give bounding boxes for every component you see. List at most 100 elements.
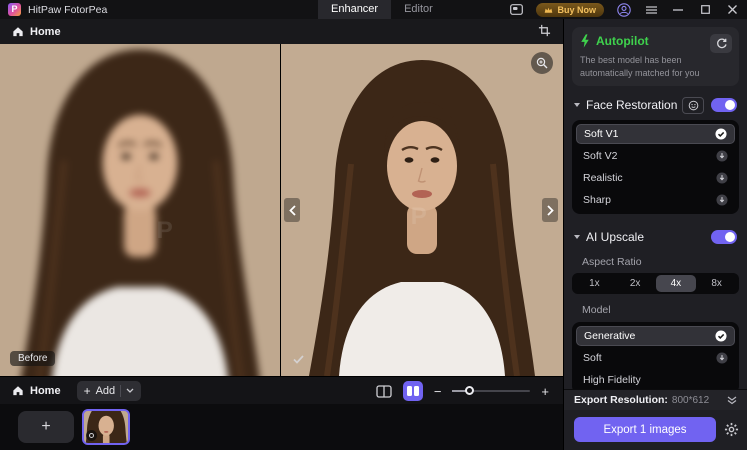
download-icon[interactable] — [716, 352, 728, 364]
model-label: Soft V1 — [584, 128, 619, 141]
face-preview-icon[interactable] — [682, 96, 704, 114]
download-icon[interactable] — [716, 172, 728, 184]
export-settings-gear-icon[interactable] — [724, 422, 739, 437]
add-image-button[interactable]: + Add — [76, 380, 142, 401]
model-option-soft-v2[interactable]: Soft V2 — [576, 146, 735, 166]
autopilot-title: Autopilot — [596, 34, 649, 48]
view-controls: − + — [376, 381, 549, 401]
app-logo-icon: P — [8, 3, 21, 16]
watermark: P — [410, 203, 427, 231]
upscale-model-label: Model — [582, 304, 611, 317]
filmstrip: + — [0, 404, 563, 450]
face-restoration-model-list: Soft V1 Soft V2 Realistic Sharp — [572, 120, 739, 215]
export-row: Export 1 images — [574, 417, 739, 442]
menu-icon[interactable] — [644, 3, 658, 17]
autopilot-card: Autopilot The best model has been automa… — [572, 27, 739, 87]
ratio-8x[interactable]: 8x — [696, 275, 737, 292]
download-icon[interactable] — [716, 194, 728, 206]
zoom-out-icon[interactable]: − — [434, 385, 442, 398]
breadcrumb-bar: Home — [0, 19, 563, 44]
home-icon[interactable] — [12, 26, 24, 37]
ratio-2x[interactable]: 2x — [615, 275, 656, 292]
chevron-down-icon[interactable] — [126, 388, 134, 393]
ai-upscale-header: AI Upscale — [574, 228, 737, 246]
tab-editor[interactable]: Editor — [391, 0, 446, 19]
titlebar-controls: Buy Now — [509, 0, 739, 19]
export-resolution-bar: Export Resolution: 800*612 — [564, 389, 747, 410]
plus-icon: + — [83, 383, 91, 398]
ai-upscale-title: AI Upscale — [586, 230, 645, 245]
previous-arrow-button[interactable] — [284, 198, 300, 222]
model-label: Realistic — [583, 172, 623, 185]
tab-enhancer[interactable]: Enhancer — [318, 0, 392, 19]
model-option-soft-v1[interactable]: Soft V1 — [576, 124, 735, 145]
watermark: P — [156, 216, 173, 244]
ratio-4x[interactable]: 4x — [655, 275, 697, 293]
main-tabs: Enhancer Editor — [318, 0, 446, 19]
thumbnail-status-icon — [86, 430, 97, 441]
buy-now-label: Buy Now — [557, 4, 596, 15]
single-view-icon[interactable] — [376, 384, 392, 398]
home-tab-label[interactable]: Home — [30, 385, 61, 397]
breadcrumb-home-label[interactable]: Home — [30, 26, 61, 38]
bottom-toolbar: Home + Add − + — [0, 376, 563, 404]
app-title: HitPaw FotorPea — [28, 3, 108, 16]
side-by-side-view-icon[interactable] — [402, 381, 423, 401]
model-option-generative[interactable]: Generative — [576, 326, 735, 347]
face-restoration-title: Face Restoration — [586, 98, 678, 113]
settings-sidebar: Autopilot The best model has been automa… — [563, 19, 747, 450]
upscale-model-list: Generative Soft High Fidelity — [572, 322, 739, 395]
magnifier-zoom-icon[interactable] — [531, 52, 553, 74]
crop-icon[interactable] — [538, 24, 551, 37]
collapse-triangle-icon[interactable] — [574, 103, 580, 108]
after-image-pane[interactable]: P — [281, 44, 563, 376]
crown-icon — [545, 7, 553, 13]
refresh-button[interactable] — [710, 34, 732, 53]
face-restoration-header: Face Restoration — [574, 96, 737, 114]
zoom-slider[interactable] — [452, 386, 531, 396]
account-icon[interactable] — [617, 2, 631, 17]
home-tab-icon[interactable] — [12, 385, 24, 396]
before-label: Before — [10, 351, 56, 366]
face-restoration-toggle[interactable] — [711, 98, 737, 113]
export-resolution-label: Export Resolution: — [574, 394, 668, 406]
model-option-soft[interactable]: Soft — [576, 348, 735, 368]
ai-upscale-toggle[interactable] — [711, 230, 737, 245]
ratio-1x[interactable]: 1x — [574, 275, 615, 292]
collapse-triangle-icon[interactable] — [574, 235, 580, 240]
divider — [120, 384, 122, 397]
selected-check-icon — [715, 128, 727, 140]
autopilot-description: The best model has been automatically ma… — [580, 55, 700, 78]
lightning-bolt-icon — [581, 34, 589, 48]
add-photo-tile[interactable]: + — [18, 411, 74, 443]
model-label: Soft — [583, 352, 602, 365]
aspect-ratio-selector: 1x 2x 4x 8x — [572, 273, 739, 295]
model-option-high-fidelity[interactable]: High Fidelity — [576, 370, 735, 390]
buy-now-button[interactable]: Buy Now — [536, 2, 604, 17]
feedback-screen-icon[interactable] — [509, 3, 523, 17]
download-icon[interactable] — [716, 150, 728, 162]
before-portrait-image — [0, 44, 280, 376]
processed-check-icon — [293, 355, 304, 364]
selected-check-icon — [715, 330, 727, 342]
minimize-button[interactable] — [671, 3, 685, 17]
app-window: P HitPaw FotorPea Enhancer Editor Buy No… — [0, 0, 747, 450]
model-option-realistic[interactable]: Realistic — [576, 168, 735, 188]
next-arrow-button[interactable] — [542, 198, 558, 222]
close-button[interactable] — [725, 3, 739, 17]
zoom-in-icon[interactable]: + — [541, 385, 549, 398]
double-chevron-down-icon[interactable] — [727, 396, 737, 405]
export-button[interactable]: Export 1 images — [574, 417, 716, 442]
before-image-pane[interactable]: P Before — [0, 44, 280, 376]
add-button-label: Add — [95, 384, 116, 397]
maximize-button[interactable] — [698, 3, 712, 17]
model-label: Soft V2 — [583, 150, 618, 163]
aspect-ratio-label: Aspect Ratio — [582, 256, 642, 269]
export-resolution-value: 800*612 — [671, 394, 710, 406]
model-label: Sharp — [583, 194, 612, 207]
photo-thumbnail[interactable] — [82, 409, 130, 445]
image-comparison-viewer: P Before P — [0, 44, 563, 376]
slider-knob[interactable] — [465, 386, 475, 395]
model-option-sharp[interactable]: Sharp — [576, 190, 735, 210]
model-label: High Fidelity — [583, 374, 641, 387]
